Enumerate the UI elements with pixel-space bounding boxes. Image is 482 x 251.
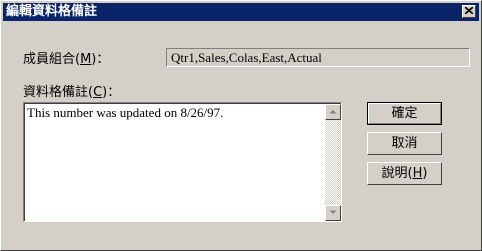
- close-icon: [465, 7, 473, 14]
- scroll-up-button[interactable]: [325, 104, 341, 120]
- cell-note-textarea[interactable]: This number was updated on 8/26/97.: [23, 102, 342, 222]
- title-bar: 編輯資料格備註: [3, 3, 479, 21]
- close-button[interactable]: [462, 5, 476, 18]
- ok-button-label: 確定: [368, 103, 441, 124]
- ok-button[interactable]: 確定: [367, 102, 442, 125]
- cancel-button[interactable]: 取消: [367, 132, 442, 155]
- arrow-up-icon: [329, 110, 337, 114]
- scroll-down-button[interactable]: [325, 205, 341, 221]
- help-button[interactable]: 說明(H): [367, 162, 442, 185]
- cell-note-text[interactable]: This number was updated on 8/26/97.: [27, 105, 223, 121]
- arrow-down-icon: [329, 210, 337, 214]
- member-combination-label: 成員組合(M)：: [23, 52, 110, 67]
- member-combination-field: Qtr1,Sales,Colas,East,Actual: [166, 48, 470, 67]
- vertical-scrollbar[interactable]: [325, 104, 341, 221]
- edit-cell-note-dialog: 編輯資料格備註 成員組合(M)： Qtr1,Sales,Colas,East,A…: [0, 0, 482, 251]
- dialog-title: 編輯資料格備註: [6, 4, 98, 19]
- cell-note-label: 資料格備註(C)：: [23, 85, 121, 100]
